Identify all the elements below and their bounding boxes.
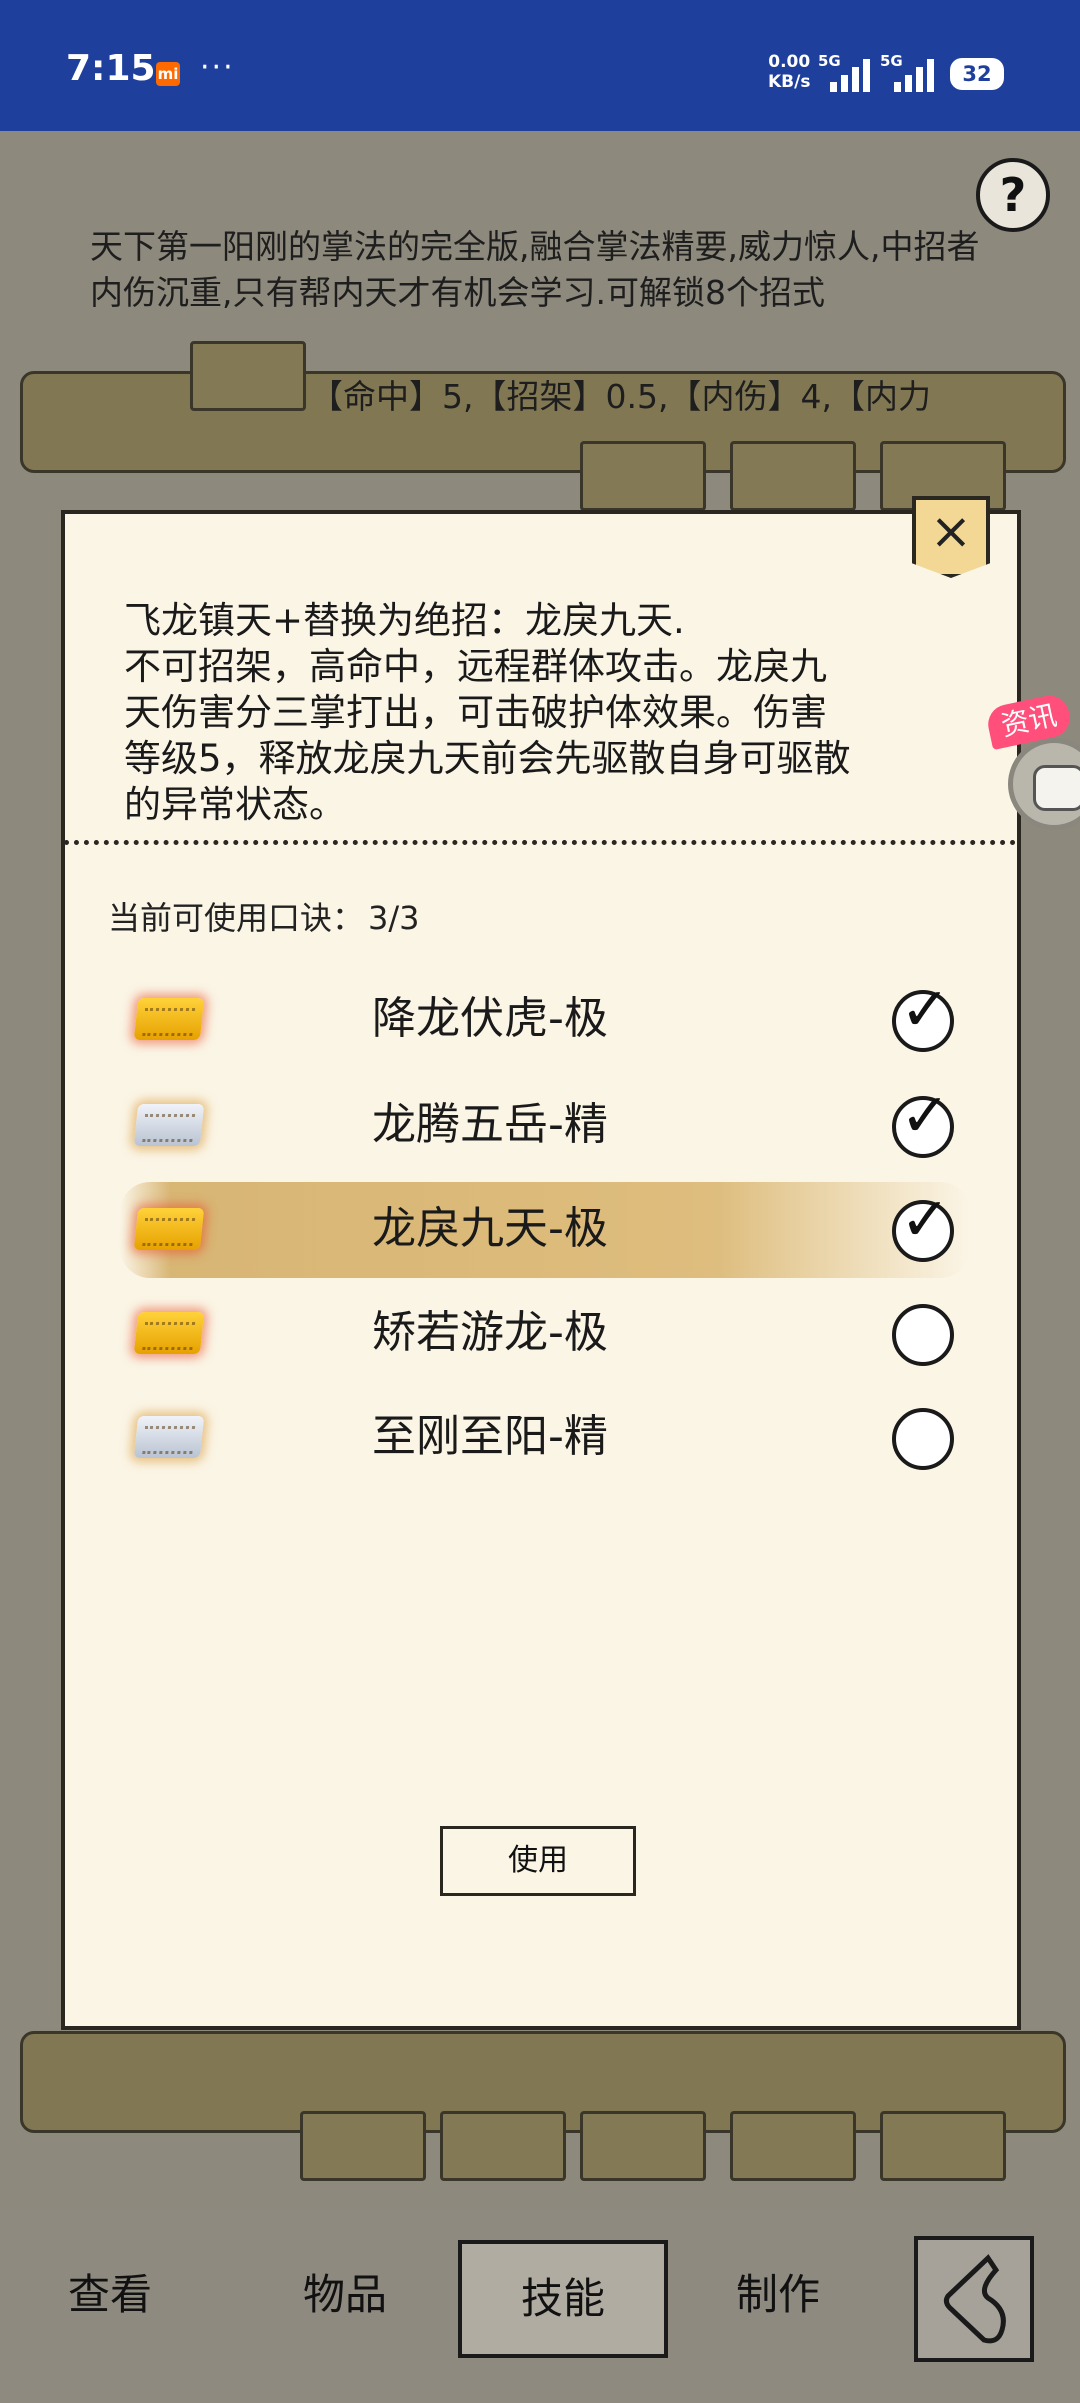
nav-view[interactable]: 查看 — [40, 2240, 180, 2350]
floating-assistant[interactable]: 资讯 — [984, 691, 1080, 840]
item-name: 至刚至阳-精 — [372, 1411, 608, 1462]
description-line: 飞龙镇天+替换为绝招：龙戾九天. — [124, 599, 685, 642]
item-name: 矫若游龙-极 — [372, 1307, 608, 1358]
battery-icon: 32 — [950, 58, 1004, 90]
list-item[interactable]: 至刚至阳-精 — [120, 1392, 990, 1482]
close-button[interactable]: × — [912, 496, 990, 578]
item-name: 龙戾九天-极 — [372, 1203, 608, 1254]
checkmark-icon: ✓ — [900, 975, 951, 1045]
available-count: 当前可使用口诀： 3/3 — [108, 893, 420, 939]
list-item-selected[interactable]: 龙戾九天-极 ✓ — [120, 1182, 990, 1278]
assistant-ball-icon — [1008, 738, 1080, 830]
item-name: 降龙伏虎-极 — [372, 993, 608, 1044]
checkbox-checked[interactable]: ✓ — [892, 980, 954, 1052]
dotted-divider — [64, 840, 1016, 845]
checkbox-checked[interactable]: ✓ — [892, 1086, 954, 1158]
network-speed: 0.00 KB/s — [768, 52, 810, 92]
gold-scroll-icon — [133, 998, 205, 1040]
item-name: 龙腾五岳-精 — [372, 1099, 608, 1150]
silver-scroll-icon — [133, 1104, 205, 1146]
gold-scroll-icon — [133, 1208, 205, 1250]
list-item[interactable]: 龙腾五岳-精 ✓ — [120, 1080, 990, 1170]
description-line: 天伤害分三掌打出，可击破护体效果。伤害 — [124, 691, 827, 734]
checkbox-unchecked[interactable] — [892, 1304, 954, 1366]
signal-icon-2 — [894, 59, 934, 92]
nav-craft[interactable]: 制作 — [708, 2240, 848, 2350]
signal-icon — [830, 59, 870, 92]
status-time: 7:15 — [66, 48, 156, 89]
description-line: 等级5，释放龙戾九天前会先驱散自身可驱散 — [124, 737, 851, 780]
more-notifications-icon: ··· — [200, 50, 235, 85]
network-speed-value: 0.00 — [768, 52, 811, 72]
checkbox-unchecked[interactable] — [892, 1408, 954, 1470]
nav-skills[interactable]: 技能 — [458, 2240, 668, 2358]
silver-scroll-icon — [133, 1416, 205, 1458]
status-bar: 7:15 mi ··· 0.00 KB/s 5G 5G 32 — [0, 0, 1080, 131]
skill-stats-background: 【命中】5,【招架】0.5,【内伤】4,【内力 — [310, 377, 931, 416]
gold-scroll-icon — [133, 1312, 205, 1354]
dialog-description: 飞龙镇天+替换为绝招：龙戾九天. 不可招架，高命中，远程群体攻击。龙戾九 天伤害… — [124, 598, 964, 828]
network-speed-unit: KB/s — [768, 72, 811, 92]
mi-notification-icon: mi — [156, 62, 180, 86]
back-icon — [943, 2254, 1006, 2344]
checkmark-icon: ✓ — [900, 1081, 951, 1151]
available-count-value: 3/3 — [368, 899, 420, 937]
nav-items[interactable]: 物品 — [275, 2240, 415, 2350]
close-icon: × — [930, 502, 972, 560]
checkbox-checked[interactable]: ✓ — [892, 1190, 954, 1262]
skill-description-background: 天下第一阳刚的掌法的完全版,融合掌法精要,威力惊人,中招者内伤沉重,只有帮内天才… — [90, 227, 980, 312]
available-count-label: 当前可使用口诀： — [108, 899, 365, 937]
list-item[interactable]: 矫若游龙-极 — [120, 1288, 990, 1378]
description-line: 的异常状态。 — [124, 783, 346, 826]
checkmark-icon: ✓ — [900, 1185, 951, 1255]
back-button[interactable] — [914, 2236, 1034, 2362]
list-item[interactable]: 降龙伏虎-极 ✓ — [120, 974, 990, 1064]
help-icon[interactable]: ? — [976, 158, 1050, 232]
description-line: 不可招架，高命中，远程群体攻击。龙戾九 — [124, 645, 827, 688]
use-button[interactable]: 使用 — [440, 1826, 636, 1896]
